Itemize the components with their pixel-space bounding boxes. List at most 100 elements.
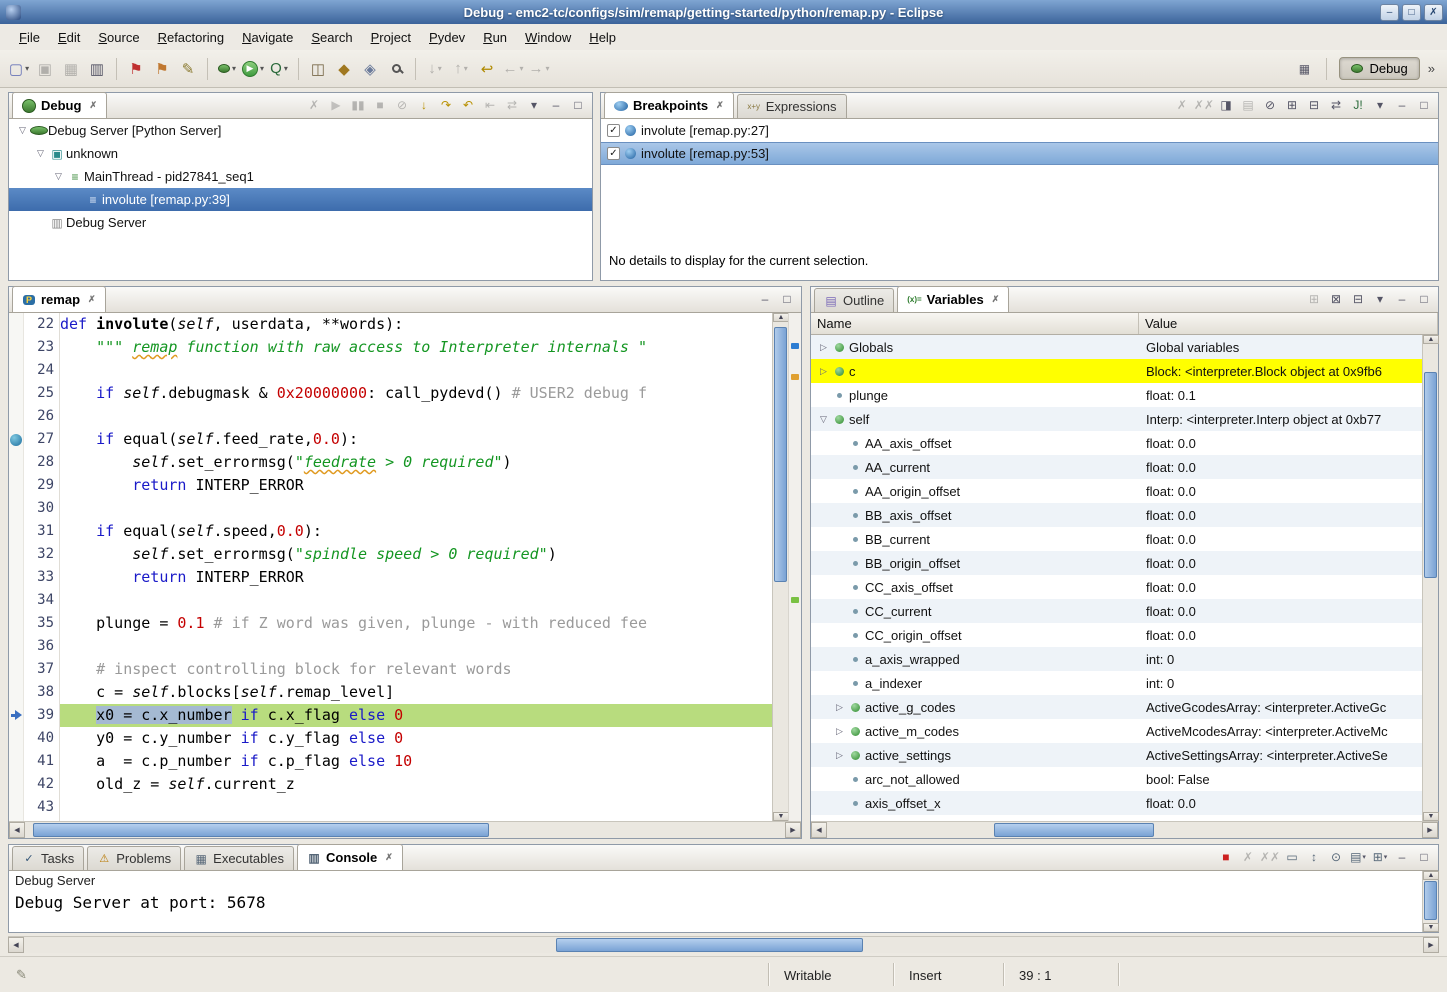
scrollbar-thumb[interactable] — [556, 938, 864, 952]
gutter-marker-cell[interactable] — [9, 635, 23, 658]
tab-expressions[interactable]: Expressions — [737, 94, 847, 118]
display-selected-console-icon[interactable]: ▤▾ — [1348, 847, 1368, 867]
close-icon[interactable]: ✗ — [992, 294, 1000, 305]
view-menu-icon[interactable]: ▾ — [524, 95, 544, 115]
suspend-icon[interactable]: ▮▮ — [348, 95, 368, 115]
open-console-icon[interactable]: ⊞▾ — [1370, 847, 1390, 867]
search-icon[interactable] — [384, 57, 408, 81]
new-java-project-icon[interactable]: ◫ — [306, 57, 330, 81]
tab-debug[interactable]: Debug✗ — [12, 92, 107, 118]
scroll-down-button[interactable]: ▼ — [773, 812, 789, 821]
scroll-left-button[interactable]: ◀ — [811, 822, 827, 838]
expander-icon[interactable]: ▷ — [833, 750, 846, 761]
code-line[interactable]: self.set_errormsg("spindle speed > 0 req… — [60, 543, 772, 566]
view-menu-icon[interactable]: ▾ — [1370, 95, 1390, 115]
menu-edit[interactable]: Edit — [49, 26, 89, 49]
scroll-lock-icon[interactable]: ↕ — [1304, 847, 1324, 867]
variable-row[interactable]: AA_currentfloat: 0.0 — [811, 455, 1422, 479]
close-window-button[interactable]: ✗ — [1424, 4, 1443, 21]
link-with-debug-icon[interactable]: ⇄ — [1326, 95, 1346, 115]
debug-tree-item[interactable]: Debug Server — [9, 211, 592, 234]
tab-console[interactable]: Console✗ — [297, 844, 403, 870]
scrollbar-thumb[interactable] — [1424, 881, 1437, 921]
menu-run[interactable]: Run — [474, 26, 516, 49]
package-icon[interactable]: ◈ — [358, 57, 382, 81]
gutter-markers[interactable] — [9, 313, 24, 821]
variable-row[interactable]: ▷GlobalsGlobal variables — [811, 335, 1422, 359]
gutter-marker-cell[interactable] — [9, 589, 23, 612]
gutter-marker-cell[interactable] — [9, 359, 23, 382]
debug-icon[interactable] — [215, 57, 239, 81]
scrollbar-track[interactable] — [1423, 880, 1438, 923]
breakpoint-row[interactable]: ✓involute [remap.py:53] — [601, 142, 1438, 165]
step-over-icon[interactable]: ↷ — [436, 95, 456, 115]
code-line[interactable] — [60, 497, 772, 520]
gutter-marker-cell[interactable] — [9, 773, 23, 796]
console-horizontal-scrollbar[interactable]: ◀ ▶ — [8, 936, 1439, 953]
expander-icon[interactable]: ▷ — [817, 342, 830, 353]
close-icon[interactable]: ✗ — [716, 100, 724, 111]
code-line[interactable]: x0 = c.x_number if c.x_flag else 0 — [60, 704, 772, 727]
maximize-window-button[interactable]: □ — [1402, 4, 1421, 21]
code-line[interactable]: if equal(self.speed,0.0): — [60, 520, 772, 543]
minimize-icon[interactable]: – — [1392, 95, 1412, 115]
code-line[interactable] — [60, 796, 772, 819]
expander-icon[interactable]: ▽ — [51, 171, 66, 182]
scrollbar-track[interactable] — [773, 322, 788, 812]
gutter-marker-cell[interactable] — [9, 612, 23, 635]
gutter-marker-cell[interactable] — [9, 543, 23, 566]
debug-tree-item[interactable]: involute [remap.py:39] — [9, 188, 592, 211]
breakpoint-checkbox[interactable]: ✓ — [607, 124, 620, 137]
code-line[interactable] — [60, 405, 772, 428]
code-line[interactable]: old_z = self.current_z — [60, 773, 772, 796]
minimize-icon[interactable]: – — [1392, 289, 1412, 309]
tab-problems[interactable]: Problems — [87, 846, 181, 870]
gutter-marker-cell[interactable] — [9, 313, 23, 336]
variable-row[interactable]: ▷active_m_codesActiveMcodesArray: <inter… — [811, 719, 1422, 743]
pin-console-icon[interactable]: ⊙ — [1326, 847, 1346, 867]
variable-row[interactable]: CC_origin_offsetfloat: 0.0 — [811, 623, 1422, 647]
scroll-right-button[interactable]: ▶ — [1422, 822, 1438, 838]
show-breakpoints-for-icon[interactable]: ◨ — [1216, 95, 1236, 115]
close-icon[interactable]: ✗ — [385, 852, 393, 863]
skip-all-breakpoints-icon[interactable]: ⊘ — [1260, 95, 1280, 115]
close-icon[interactable]: ✗ — [89, 100, 97, 111]
minimize-window-button[interactable]: – — [1380, 4, 1399, 21]
step-filters-icon[interactable]: ⇄ — [502, 95, 522, 115]
expander-icon[interactable]: ▽ — [817, 414, 830, 425]
expand-all-icon[interactable]: ⊞ — [1282, 95, 1302, 115]
overview-annotation[interactable] — [791, 374, 799, 380]
back-icon[interactable]: ← — [501, 57, 525, 81]
gutter-marker-cell[interactable] — [9, 474, 23, 497]
terminate-icon[interactable]: ■ — [1216, 847, 1236, 867]
variable-row[interactable]: axis_offset_xfloat: 0.0 — [811, 791, 1422, 815]
new-wizard-icon[interactable]: ▢ — [7, 57, 31, 81]
remove-breakpoint-icon[interactable]: ✗ — [1172, 95, 1192, 115]
gutter-marker-cell[interactable] — [9, 658, 23, 681]
variable-row[interactable]: CC_currentfloat: 0.0 — [811, 599, 1422, 623]
add-exception-breakpoint-icon[interactable]: J! — [1348, 95, 1368, 115]
expander-icon[interactable]: ▷ — [833, 726, 846, 737]
terminate-icon[interactable]: ■ — [370, 95, 390, 115]
variable-row[interactable]: BB_axis_offsetfloat: 0.0 — [811, 503, 1422, 527]
drop-to-frame-icon[interactable]: ⇤ — [480, 95, 500, 115]
gutter-marker-cell[interactable] — [9, 750, 23, 773]
menu-file[interactable]: File — [10, 26, 49, 49]
column-header-name[interactable]: Name — [811, 313, 1139, 334]
collapse-all-icon[interactable]: ⊟ — [1304, 95, 1324, 115]
run-icon[interactable]: ▶ — [241, 57, 265, 81]
breakpoint-checkbox[interactable]: ✓ — [607, 147, 620, 160]
code-line[interactable]: plunge = 0.1 # if Z word was given, plun… — [60, 612, 772, 635]
collapse-all-icon[interactable]: ⊟ — [1348, 289, 1368, 309]
scrollbar-thumb[interactable] — [774, 327, 787, 582]
print-icon[interactable]: ▥ — [85, 57, 109, 81]
code-line[interactable]: def involute(self, userdata, **words): — [60, 313, 772, 336]
variable-row[interactable]: ▷active_g_codesActiveGcodesArray: <inter… — [811, 695, 1422, 719]
variable-row[interactable]: plungefloat: 0.1 — [811, 383, 1422, 407]
overview-ruler[interactable] — [788, 313, 801, 821]
code-line[interactable]: a = c.p_number if c.p_flag else 10 — [60, 750, 772, 773]
maximize-icon[interactable]: □ — [1414, 95, 1434, 115]
gutter-marker-cell[interactable] — [9, 681, 23, 704]
minimize-icon[interactable]: – — [755, 289, 775, 309]
scroll-right-button[interactable]: ▶ — [785, 822, 801, 838]
